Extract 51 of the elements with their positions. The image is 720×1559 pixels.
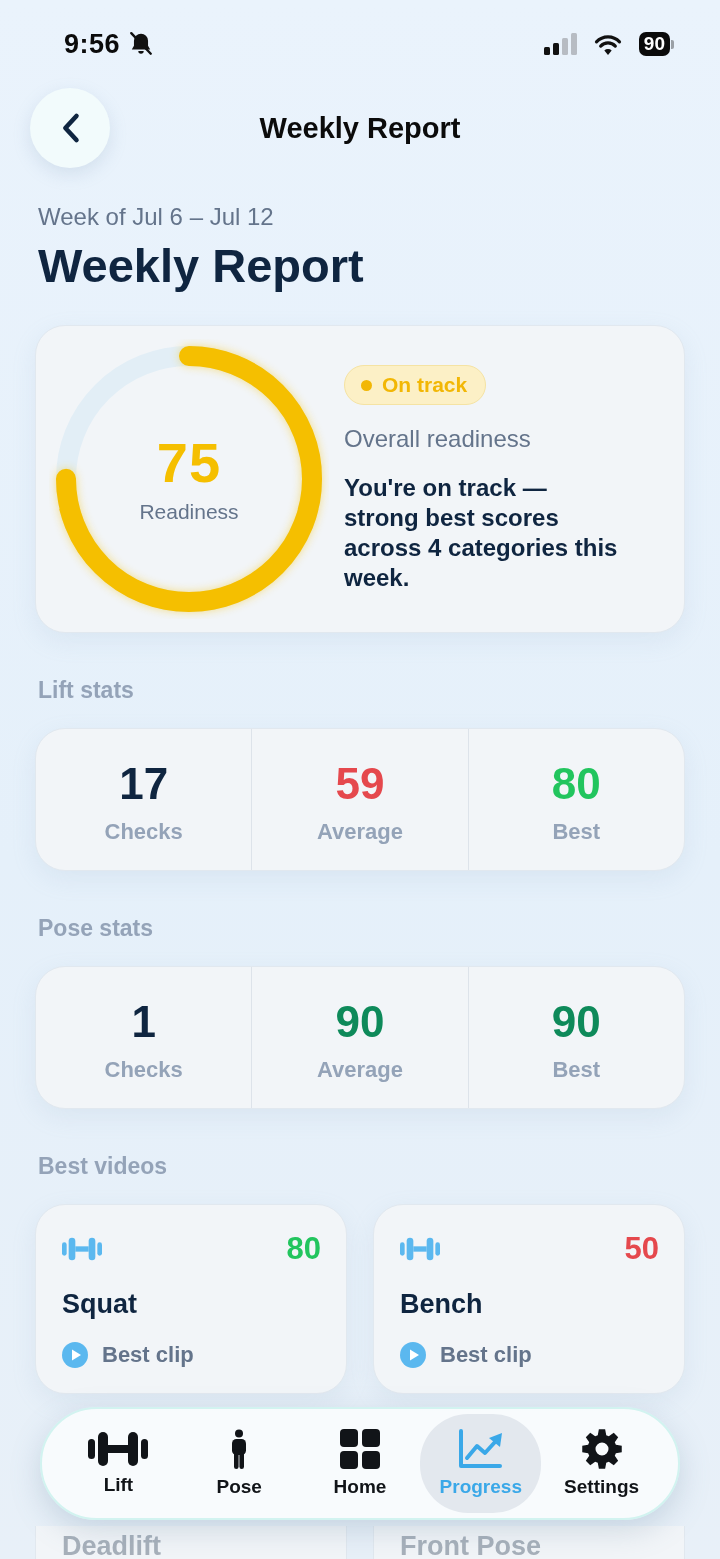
battery-indicator: 90 bbox=[638, 32, 674, 56]
tab-bar-item[interactable]: Lift bbox=[58, 1414, 179, 1513]
readiness-score: 75 bbox=[156, 433, 222, 493]
status-time: 9:56 bbox=[64, 28, 121, 60]
week-range: Week of Jul 6 – Jul 12 bbox=[38, 202, 274, 232]
readiness-caption: Overall readiness bbox=[344, 425, 531, 453]
exercise-name: Front Pose bbox=[400, 1530, 541, 1559]
video-card[interactable]: 80 Squat Best clip bbox=[35, 1204, 347, 1394]
section-title: Best videos bbox=[38, 1152, 168, 1180]
status-badge: On track bbox=[344, 365, 487, 405]
stat-value: 90 bbox=[551, 997, 601, 1047]
stat-value: 59 bbox=[335, 759, 385, 809]
best-clip-link[interactable]: Best clip bbox=[62, 1340, 194, 1370]
stat-label: Average bbox=[317, 1057, 403, 1083]
stat-label: Checks bbox=[104, 819, 183, 845]
section-title: Lift stats bbox=[38, 676, 134, 704]
tab-bar-item[interactable]: Home bbox=[299, 1414, 421, 1513]
stat-value: 1 bbox=[131, 997, 156, 1047]
stat-label: Best bbox=[552, 819, 601, 845]
section-title: Pose stats bbox=[38, 914, 154, 942]
stat-label: Checks bbox=[104, 1057, 183, 1083]
grid-icon bbox=[340, 1429, 380, 1469]
stat-value: 90 bbox=[335, 997, 385, 1047]
dumbbell-icon bbox=[88, 1431, 149, 1467]
exercise-name: Bench bbox=[400, 1288, 483, 1320]
screen-title: Weekly Report bbox=[259, 111, 461, 145]
stat-label: Average bbox=[317, 819, 403, 845]
stat-value: 17 bbox=[119, 759, 169, 809]
settings-icon bbox=[581, 1429, 622, 1469]
exercise-name: Deadlift bbox=[62, 1530, 161, 1559]
readiness-message: You're on track — strong best scores across 4 categories this week. bbox=[344, 473, 619, 593]
bell-slash-icon bbox=[128, 31, 155, 57]
status-dot-icon bbox=[361, 379, 372, 391]
video-card[interactable]: 50 Bench Best clip bbox=[373, 1204, 685, 1394]
video-score: 80 bbox=[286, 1231, 321, 1267]
video-score: 50 bbox=[624, 1231, 659, 1267]
dumbbell-icon bbox=[400, 1237, 440, 1261]
score-label: Readiness bbox=[139, 499, 239, 525]
best-clip-link[interactable]: Best clip bbox=[400, 1340, 532, 1370]
dumbbell-icon bbox=[62, 1237, 102, 1261]
tab-bar-item[interactable]: Pose bbox=[178, 1414, 300, 1513]
tab-bar-item[interactable]: Settings bbox=[541, 1414, 662, 1513]
stat-label: Best bbox=[552, 1057, 601, 1083]
wifi-icon bbox=[592, 33, 623, 55]
page-heading: Weekly Report bbox=[38, 239, 364, 293]
signal-icon bbox=[543, 33, 577, 55]
play-icon bbox=[62, 1342, 88, 1368]
play-icon bbox=[400, 1342, 426, 1368]
exercise-name: Squat bbox=[62, 1288, 137, 1320]
chart-trend-icon bbox=[457, 1429, 504, 1469]
stat-value: 80 bbox=[551, 759, 601, 809]
